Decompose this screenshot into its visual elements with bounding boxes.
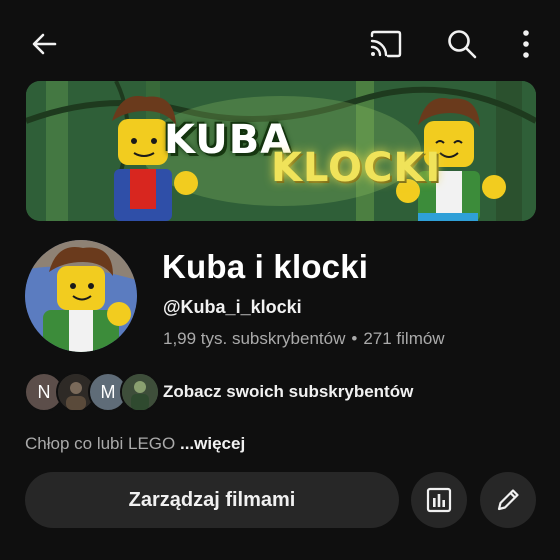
analytics-button[interactable] — [411, 472, 467, 528]
subscriber-photo — [122, 374, 158, 410]
banner-title-line2: KLOCKI — [271, 145, 442, 191]
stats-separator: • — [351, 329, 358, 348]
search-button[interactable] — [440, 22, 484, 66]
channel-handle: @Kuba_i_klocki — [163, 297, 302, 317]
description-text: Chłop co lubi LEGO — [25, 434, 176, 453]
arrow-back-icon — [32, 33, 57, 55]
more-vertical-icon — [523, 30, 529, 58]
pencil-icon — [497, 489, 519, 511]
channel-description: Chłop co lubi LEGO ...więcej — [25, 434, 245, 454]
view-subscribers-row[interactable]: N M Zobacz swoich subskrybentów — [24, 372, 444, 412]
manage-videos-label: Zarządzaj filmami — [128, 488, 296, 511]
channel-name: Kuba i klocki — [162, 248, 369, 285]
search-icon — [448, 30, 477, 59]
channel-banner: KUBA KLOCKI — [26, 81, 536, 221]
cast-button[interactable] — [364, 22, 408, 66]
subscriber-count: 1,99 tys. subskrybentów — [163, 329, 346, 348]
channel-stats: 1,99 tys. subskrybentów • 271 filmów — [163, 329, 445, 349]
analytics-icon — [426, 487, 452, 513]
channel-avatar[interactable] — [25, 240, 137, 352]
more-description-link[interactable]: ...więcej — [180, 434, 245, 453]
view-subscribers-label: Zobacz swoich subskrybentów — [163, 382, 414, 401]
top-app-bar — [0, 0, 560, 84]
subscriber-avatar — [120, 372, 160, 412]
manage-videos-button[interactable]: Zarządzaj filmami — [25, 472, 399, 528]
cast-icon — [370, 30, 402, 58]
back-button[interactable] — [22, 22, 66, 66]
more-options-button[interactable] — [504, 22, 548, 66]
video-count: 271 filmów — [363, 329, 445, 348]
avatar-minifigure-image — [25, 240, 137, 352]
edit-channel-button[interactable] — [480, 472, 536, 528]
